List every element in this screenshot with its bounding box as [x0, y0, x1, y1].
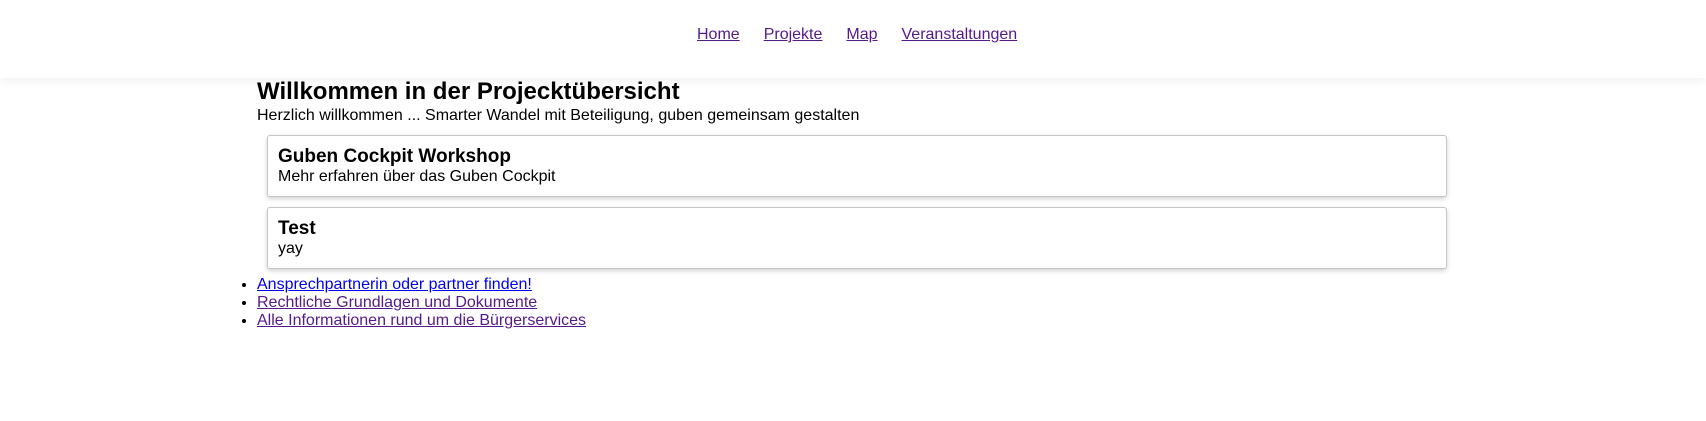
project-card-list: Guben Cockpit Workshop Mehr erfahren übe…: [267, 135, 1447, 269]
nav-link-home[interactable]: Home: [697, 26, 740, 44]
nav-link-veranstaltungen[interactable]: Veranstaltungen: [902, 26, 1018, 44]
project-card-description: yay: [278, 240, 303, 257]
link-ansprechpartner[interactable]: Ansprechpartnerin oder partner finden!: [257, 276, 532, 293]
intro-text: Herzlich willkommen ... Smarter Wandel m…: [257, 107, 860, 124]
list-item: Rechtliche Grundlagen und Dokumente: [257, 294, 586, 312]
nav-link-projekte[interactable]: Projekte: [764, 26, 823, 44]
main-nav: Home Projekte Map Veranstaltungen: [697, 26, 1017, 44]
project-card-title: Test: [278, 218, 316, 239]
list-item: Alle Informationen rund um die Bürgerser…: [257, 312, 586, 330]
link-buergerservices[interactable]: Alle Informationen rund um die Bürgerser…: [257, 312, 586, 329]
project-card-description: Mehr erfahren über das Guben Cockpit: [278, 168, 556, 185]
project-card[interactable]: Guben Cockpit Workshop Mehr erfahren übe…: [267, 135, 1447, 197]
link-rechtliche-grundlagen[interactable]: Rechtliche Grundlagen und Dokumente: [257, 294, 537, 311]
footer-link-list: Ansprechpartnerin oder partner finden! R…: [217, 276, 586, 330]
list-item: Ansprechpartnerin oder partner finden!: [257, 276, 586, 294]
main-content: Willkommen in der Projecktübersicht Herz…: [257, 77, 1447, 279]
nav-link-map[interactable]: Map: [846, 26, 877, 44]
page-title: Willkommen in der Projecktübersicht: [257, 78, 680, 105]
project-card[interactable]: Test yay: [267, 207, 1447, 269]
top-navigation-bar: Home Projekte Map Veranstaltungen: [0, 0, 1706, 78]
project-card-title: Guben Cockpit Workshop: [278, 146, 511, 167]
